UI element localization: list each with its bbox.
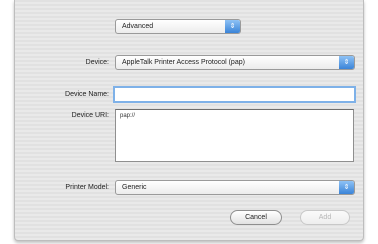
add-button[interactable]: Add bbox=[300, 210, 350, 225]
device-name-label: Device Name: bbox=[65, 91, 109, 98]
printer-model-label: Printer Model: bbox=[65, 184, 109, 191]
device-uri-field[interactable]: pap:// bbox=[115, 109, 354, 162]
device-label: Device: bbox=[85, 59, 109, 66]
device-value: AppleTalk Printer Access Protocol (pap) bbox=[122, 59, 245, 66]
printer-model-popup[interactable]: Generic ⇕ bbox=[115, 180, 355, 195]
add-printer-sheet: Advanced ⇕ Device: AppleTalk Printer Acc… bbox=[14, 0, 364, 241]
printer-model-value: Generic bbox=[122, 184, 147, 191]
cancel-button[interactable]: Cancel bbox=[230, 210, 282, 225]
updown-arrows-icon: ⇕ bbox=[339, 56, 354, 69]
device-uri-label: Device URI: bbox=[71, 112, 109, 119]
updown-arrows-icon: ⇕ bbox=[225, 20, 240, 33]
device-uri-value: pap:// bbox=[120, 113, 136, 119]
device-name-field[interactable] bbox=[113, 86, 356, 103]
device-popup[interactable]: AppleTalk Printer Access Protocol (pap) … bbox=[115, 55, 355, 70]
updown-arrows-icon: ⇕ bbox=[339, 181, 354, 194]
connection-type-popup[interactable]: Advanced ⇕ bbox=[115, 19, 241, 34]
connection-type-value: Advanced bbox=[122, 23, 154, 30]
